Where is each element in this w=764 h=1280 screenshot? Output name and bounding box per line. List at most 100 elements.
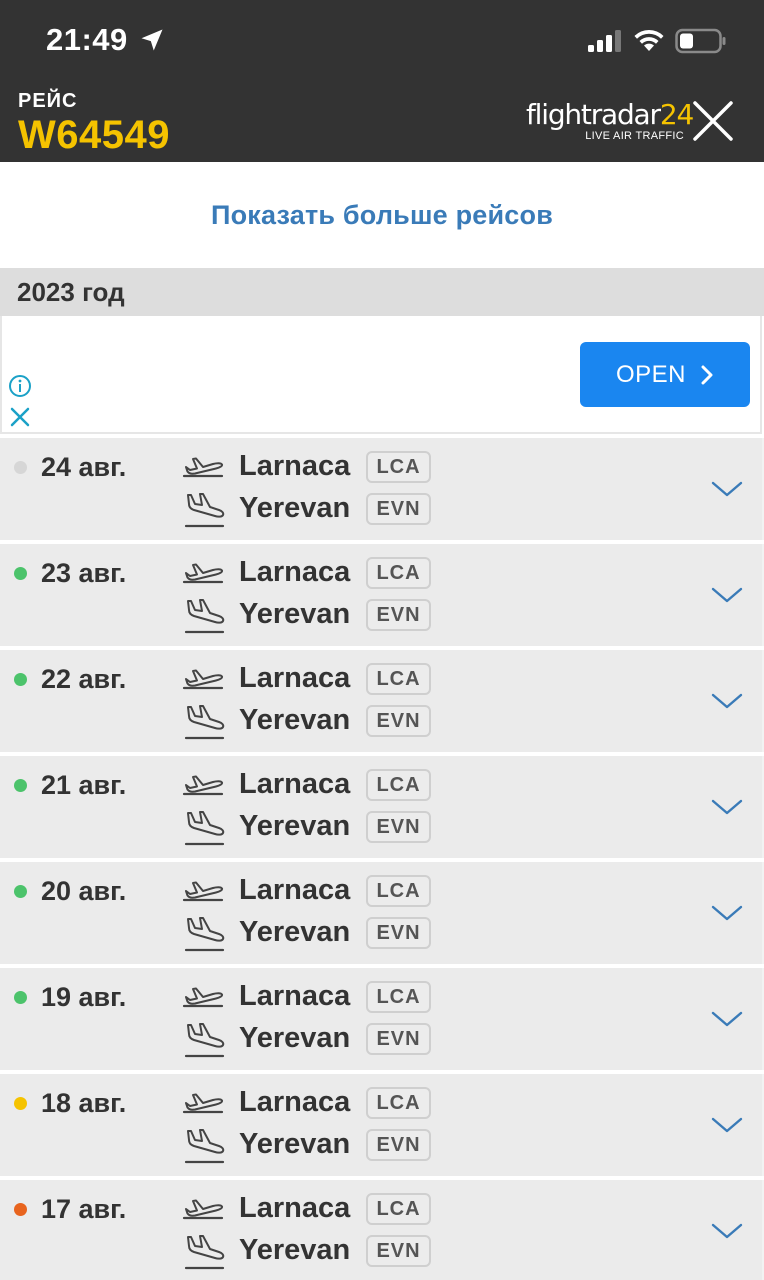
- brand-name: flightradar24: [526, 98, 694, 132]
- chevron-down-icon[interactable]: [710, 478, 744, 500]
- more-flights-section: Показать больше рейсов: [0, 162, 764, 268]
- arrival-plane-icon: [184, 1235, 225, 1270]
- ad-banner[interactable]: OPEN: [0, 316, 762, 434]
- arrival-code-badge: EVN: [366, 493, 431, 525]
- ad-open-button[interactable]: OPEN: [580, 342, 750, 407]
- flight-row[interactable]: 24 авг. Larnaca LCA Yerevan EVN: [0, 438, 764, 540]
- flight-date: 24 авг.: [41, 452, 127, 482]
- departure-city: Larnaca: [239, 662, 351, 694]
- departure-city: Larnaca: [239, 874, 351, 906]
- departure-plane-icon: [182, 1093, 224, 1114]
- status-dot: [14, 779, 27, 792]
- year-section-header: 2023 год: [0, 268, 764, 316]
- arrival-city: Yerevan: [239, 1234, 351, 1266]
- flight-label: РЕЙС: [18, 90, 78, 112]
- departure-city: Larnaca: [239, 980, 351, 1012]
- battery-icon: [675, 28, 726, 54]
- status-dot: [14, 673, 27, 686]
- chevron-down-icon[interactable]: [710, 584, 744, 606]
- arrival-code-badge: EVN: [366, 811, 431, 843]
- flight-row[interactable]: 17 авг. Larnaca LCA Yerevan EVN: [0, 1180, 764, 1280]
- wifi-icon: [634, 29, 664, 51]
- arrival-code-badge: EVN: [366, 1023, 431, 1055]
- departure-city: Larnaca: [239, 556, 351, 588]
- status-dot: [14, 991, 27, 1004]
- top-header: 21:49 РЕЙС W64549 flightradar24 LIVE AIR…: [0, 0, 764, 162]
- departure-code-badge: LCA: [366, 663, 431, 695]
- arrival-plane-icon: [184, 493, 225, 528]
- flight-date: 17 авг.: [41, 1194, 127, 1224]
- status-dot: [14, 1203, 27, 1216]
- flight-row[interactable]: 20 авг. Larnaca LCA Yerevan EVN: [0, 862, 764, 964]
- departure-city: Larnaca: [239, 1192, 351, 1224]
- departure-code-badge: LCA: [366, 769, 431, 801]
- arrival-city: Yerevan: [239, 810, 351, 842]
- chevron-down-icon[interactable]: [710, 1220, 744, 1242]
- arrival-code-badge: EVN: [366, 1129, 431, 1161]
- departure-plane-icon: [182, 775, 224, 796]
- flight-row[interactable]: 18 авг. Larnaca LCA Yerevan EVN: [0, 1074, 764, 1176]
- chevron-down-icon[interactable]: [710, 1114, 744, 1136]
- status-dot: [14, 461, 27, 474]
- arrival-plane-icon: [184, 917, 225, 952]
- chevron-down-icon[interactable]: [710, 796, 744, 818]
- flight-number: W64549: [18, 113, 170, 157]
- ad-open-label: OPEN: [615, 360, 686, 388]
- status-bar: 21:49: [0, 0, 764, 82]
- flight-date: 19 авг.: [41, 982, 127, 1012]
- chevron-down-icon[interactable]: [710, 690, 744, 712]
- arrival-city: Yerevan: [239, 916, 351, 948]
- show-more-flights-link[interactable]: Показать больше рейсов: [211, 200, 553, 231]
- departure-code-badge: LCA: [366, 981, 431, 1013]
- flight-date: 22 авг.: [41, 664, 127, 694]
- chevron-down-icon[interactable]: [710, 1008, 744, 1030]
- ad-close-icon[interactable]: [9, 406, 31, 428]
- flight-date: 21 авг.: [41, 770, 127, 800]
- departure-code-badge: LCA: [366, 557, 431, 589]
- arrival-plane-icon: [184, 599, 225, 634]
- location-arrow-icon: [141, 29, 163, 51]
- arrival-plane-icon: [184, 811, 225, 846]
- departure-plane-icon: [182, 881, 224, 902]
- arrival-city: Yerevan: [239, 492, 351, 524]
- flight-row[interactable]: 23 авг. Larnaca LCA Yerevan EVN: [0, 544, 764, 646]
- cellular-signal-icon: [588, 30, 621, 52]
- flight-row[interactable]: 21 авг. Larnaca LCA Yerevan EVN: [0, 756, 764, 858]
- flight-row[interactable]: 19 авг. Larnaca LCA Yerevan EVN: [0, 968, 764, 1070]
- chevron-down-icon[interactable]: [710, 902, 744, 924]
- arrival-city: Yerevan: [239, 1022, 351, 1054]
- flight-row[interactable]: 22 авг. Larnaca LCA Yerevan EVN: [0, 650, 764, 752]
- arrival-plane-icon: [184, 1023, 225, 1058]
- arrival-plane-icon: [184, 705, 225, 740]
- arrival-city: Yerevan: [239, 1128, 351, 1160]
- departure-plane-icon: [182, 563, 224, 584]
- app-root: 21:49 РЕЙС W64549 flightradar24 LIVE AIR…: [0, 0, 764, 1280]
- flight-date: 23 авг.: [41, 558, 127, 588]
- departure-plane-icon: [182, 669, 224, 690]
- flight-header: РЕЙС W64549: [18, 90, 170, 155]
- brand-tagline: LIVE AIR TRAFFIC: [585, 130, 684, 142]
- departure-code-badge: LCA: [366, 451, 431, 483]
- status-dot: [14, 567, 27, 580]
- arrival-city: Yerevan: [239, 704, 351, 736]
- flight-date: 20 авг.: [41, 876, 127, 906]
- departure-plane-icon: [182, 457, 224, 478]
- arrival-code-badge: EVN: [366, 599, 431, 631]
- ad-info-icon[interactable]: [8, 374, 32, 398]
- status-dot: [14, 1097, 27, 1110]
- brand-name-text: flightradar: [526, 98, 661, 131]
- arrival-code-badge: EVN: [366, 705, 431, 737]
- departure-code-badge: LCA: [366, 1193, 431, 1225]
- arrival-city: Yerevan: [239, 598, 351, 630]
- arrival-code-badge: EVN: [366, 1235, 431, 1267]
- departure-city: Larnaca: [239, 450, 351, 482]
- departure-plane-icon: [182, 1199, 224, 1220]
- departure-city: Larnaca: [239, 1086, 351, 1118]
- status-time: 21:49: [46, 22, 128, 57]
- departure-code-badge: LCA: [366, 1087, 431, 1119]
- close-icon[interactable]: [692, 100, 734, 142]
- flightradar24-logo: flightradar24 LIVE AIR TRAFFIC: [526, 98, 694, 148]
- status-dot: [14, 885, 27, 898]
- departure-plane-icon: [182, 987, 224, 1008]
- brand-name-number: 24: [659, 98, 694, 131]
